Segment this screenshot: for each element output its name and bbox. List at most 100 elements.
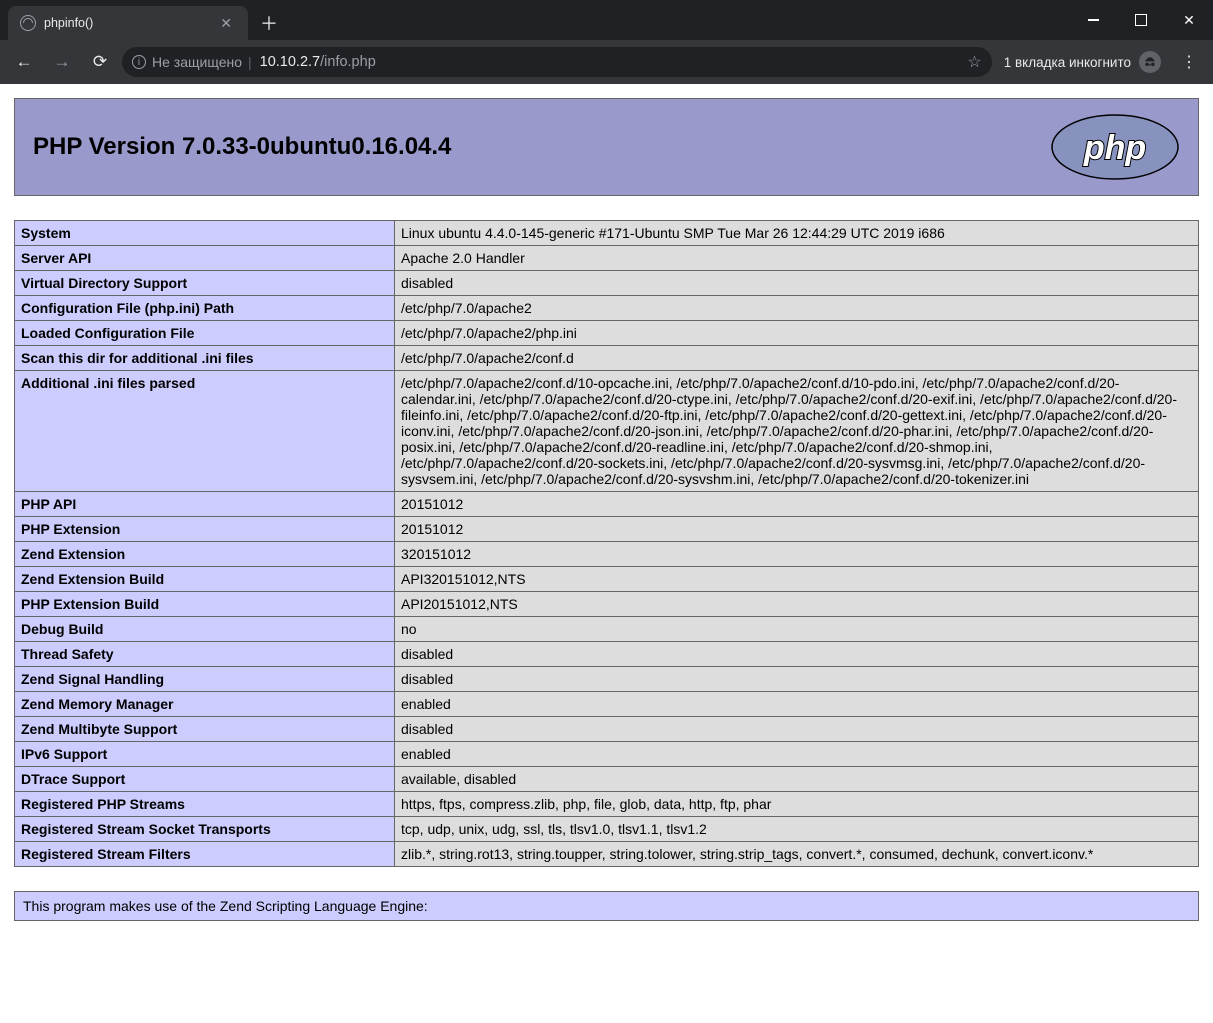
php-version-title: PHP Version 7.0.33-0ubuntu0.16.04.4 (33, 133, 451, 161)
phpinfo-key: DTrace Support (15, 767, 395, 792)
svg-text:php: php (1083, 129, 1146, 167)
back-button[interactable]: ← (8, 46, 40, 78)
phpinfo-key: Zend Extension (15, 542, 395, 567)
table-row: Server APIApache 2.0 Handler (15, 246, 1199, 271)
phpinfo-header: PHP Version 7.0.33-0ubuntu0.16.04.4 php (14, 98, 1199, 196)
phpinfo-value: API320151012,NTS (395, 567, 1199, 592)
window-close-button[interactable] (1165, 0, 1213, 40)
phpinfo-value: available, disabled (395, 767, 1199, 792)
table-row: PHP Extension BuildAPI20151012,NTS (15, 592, 1199, 617)
table-row: Registered PHP Streamshttps, ftps, compr… (15, 792, 1199, 817)
incognito-icon (1139, 51, 1161, 73)
info-icon: i (132, 55, 146, 69)
phpinfo-key: Thread Safety (15, 642, 395, 667)
incognito-label: 1 вкладка инкогнито (1004, 55, 1131, 70)
table-row: Zend Signal Handlingdisabled (15, 667, 1199, 692)
phpinfo-value: disabled (395, 717, 1199, 742)
table-row: Zend Multibyte Supportdisabled (15, 717, 1199, 742)
table-row: Zend Memory Managerenabled (15, 692, 1199, 717)
window-controls (1069, 0, 1213, 40)
phpinfo-key: PHP Extension (15, 517, 395, 542)
phpinfo-value: no (395, 617, 1199, 642)
phpinfo-value: disabled (395, 642, 1199, 667)
phpinfo-key: Scan this dir for additional .ini files (15, 346, 395, 371)
browser-menu-button[interactable]: ⋮ (1173, 52, 1205, 72)
phpinfo-value: API20151012,NTS (395, 592, 1199, 617)
phpinfo-key: PHP Extension Build (15, 592, 395, 617)
phpinfo-value: disabled (395, 271, 1199, 296)
tab-title: phpinfo() (44, 16, 208, 30)
phpinfo-key: Server API (15, 246, 395, 271)
browser-toolbar: ← → ⟳ i Не защищено | 10.10.2.7/info.php… (0, 40, 1213, 84)
page-viewport[interactable]: PHP Version 7.0.33-0ubuntu0.16.04.4 php … (0, 84, 1213, 1023)
table-row: Scan this dir for additional .ini files/… (15, 346, 1199, 371)
phpinfo-key: Registered Stream Socket Transports (15, 817, 395, 842)
phpinfo-value: disabled (395, 667, 1199, 692)
table-row: Virtual Directory Supportdisabled (15, 271, 1199, 296)
phpinfo-value: enabled (395, 742, 1199, 767)
table-row: PHP Extension20151012 (15, 517, 1199, 542)
table-row: PHP API20151012 (15, 492, 1199, 517)
bookmark-star-icon[interactable]: ☆ (967, 52, 981, 72)
forward-button[interactable]: → (46, 46, 78, 78)
phpinfo-key: Loaded Configuration File (15, 321, 395, 346)
table-row: Zend Extension BuildAPI320151012,NTS (15, 567, 1199, 592)
new-tab-button[interactable]: ＋ (248, 4, 290, 42)
phpinfo-key: System (15, 221, 395, 246)
security-indicator[interactable]: i Не защищено | (132, 54, 252, 70)
zend-engine-box: This program makes use of the Zend Scrip… (14, 891, 1199, 921)
reload-button[interactable]: ⟳ (84, 46, 116, 78)
phpinfo-value: 320151012 (395, 542, 1199, 567)
phpinfo-value: /etc/php/7.0/apache2/conf.d (395, 346, 1199, 371)
security-label: Не защищено (152, 54, 242, 70)
phpinfo-value: /etc/php/7.0/apache2 (395, 296, 1199, 321)
table-row: Debug Buildno (15, 617, 1199, 642)
phpinfo-value: Linux ubuntu 4.4.0-145-generic #171-Ubun… (395, 221, 1199, 246)
browser-chrome: phpinfo() ✕ ＋ ← → ⟳ i Не защищено | (0, 0, 1213, 84)
globe-icon (20, 15, 36, 31)
zend-engine-text: This program makes use of the Zend Scrip… (23, 898, 428, 914)
incognito-indicator[interactable]: 1 вкладка инкогнито (998, 51, 1167, 73)
tab-strip: phpinfo() ✕ ＋ (0, 0, 1213, 40)
table-row: Additional .ini files parsed/etc/php/7.0… (15, 371, 1199, 492)
phpinfo-key: Zend Multibyte Support (15, 717, 395, 742)
table-row: Registered Stream Socket Transportstcp, … (15, 817, 1199, 842)
phpinfo-value: zlib.*, string.rot13, string.toupper, st… (395, 842, 1199, 867)
table-row: DTrace Supportavailable, disabled (15, 767, 1199, 792)
phpinfo-value: 20151012 (395, 517, 1199, 542)
browser-tab[interactable]: phpinfo() ✕ (8, 6, 248, 40)
phpinfo-key: Registered Stream Filters (15, 842, 395, 867)
phpinfo-key: IPv6 Support (15, 742, 395, 767)
phpinfo-value: /etc/php/7.0/apache2/php.ini (395, 321, 1199, 346)
table-row: Configuration File (php.ini) Path/etc/ph… (15, 296, 1199, 321)
table-row: IPv6 Supportenabled (15, 742, 1199, 767)
table-row: Registered Stream Filterszlib.*, string.… (15, 842, 1199, 867)
phpinfo-key: Virtual Directory Support (15, 271, 395, 296)
phpinfo-key: Zend Extension Build (15, 567, 395, 592)
phpinfo-key: Registered PHP Streams (15, 792, 395, 817)
php-logo: php (1050, 113, 1180, 181)
phpinfo-key: Debug Build (15, 617, 395, 642)
phpinfo-value: tcp, udp, unix, udg, ssl, tls, tlsv1.0, … (395, 817, 1199, 842)
phpinfo-table: SystemLinux ubuntu 4.4.0-145-generic #17… (14, 220, 1199, 867)
phpinfo-value: /etc/php/7.0/apache2/conf.d/10-opcache.i… (395, 371, 1199, 492)
phpinfo-key: Zend Memory Manager (15, 692, 395, 717)
phpinfo-value: Apache 2.0 Handler (395, 246, 1199, 271)
table-row: Thread Safetydisabled (15, 642, 1199, 667)
phpinfo-value: 20151012 (395, 492, 1199, 517)
table-row: SystemLinux ubuntu 4.4.0-145-generic #17… (15, 221, 1199, 246)
address-bar[interactable]: i Не защищено | 10.10.2.7/info.php ☆ (122, 47, 992, 77)
phpinfo-value: enabled (395, 692, 1199, 717)
tab-close-button[interactable]: ✕ (216, 13, 236, 34)
phpinfo-key: Configuration File (php.ini) Path (15, 296, 395, 321)
window-minimize-button[interactable] (1069, 0, 1117, 40)
phpinfo-key: Zend Signal Handling (15, 667, 395, 692)
window-maximize-button[interactable] (1117, 0, 1165, 40)
phpinfo-page: PHP Version 7.0.33-0ubuntu0.16.04.4 php … (0, 84, 1213, 1023)
phpinfo-value: https, ftps, compress.zlib, php, file, g… (395, 792, 1199, 817)
url-text: 10.10.2.7/info.php (260, 54, 960, 70)
phpinfo-key: Additional .ini files parsed (15, 371, 395, 492)
table-row: Zend Extension320151012 (15, 542, 1199, 567)
table-row: Loaded Configuration File/etc/php/7.0/ap… (15, 321, 1199, 346)
phpinfo-key: PHP API (15, 492, 395, 517)
